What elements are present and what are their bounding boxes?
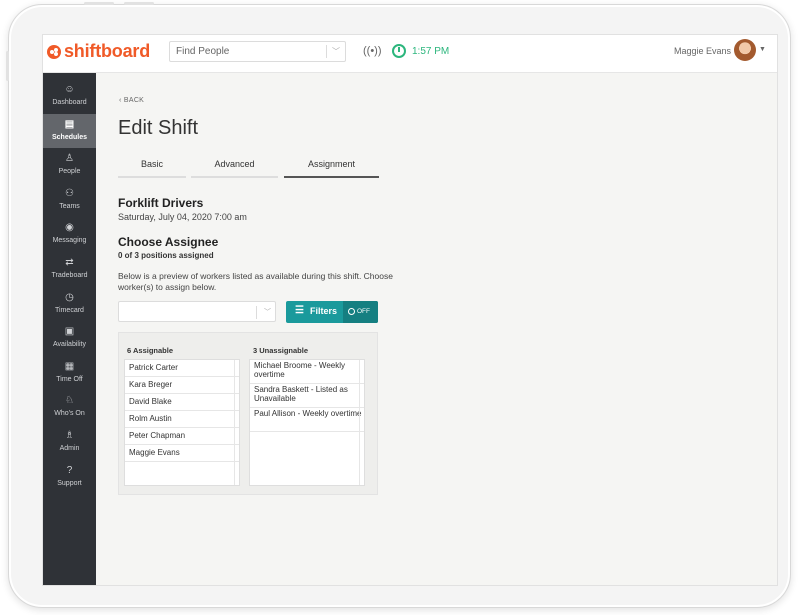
app-screen: shiftboard Find People ﹀ ((•)) 1:57 PM M… <box>42 34 778 586</box>
page-title: Edit Shift <box>118 117 199 139</box>
main-content: ‹ BACK Edit Shift Basic Advanced Assignm… <box>96 73 777 585</box>
calendar-icon: ▤ <box>64 118 75 130</box>
shift-date: Saturday, July 04, 2020 7:00 am <box>118 212 247 222</box>
logo-text: shiftboard <box>64 41 150 61</box>
toggle-off-icon <box>348 308 355 315</box>
tablet-button <box>6 51 9 81</box>
sidebar-item-who-s-on[interactable]: ♘ Who's On <box>43 390 96 424</box>
broadcast-icon: ◉ <box>65 222 74 234</box>
people-search-icon: ♘ <box>65 395 74 407</box>
sidebar-nav: ☺ Dashboard ▤ Schedules ♙ People ⚇ Teams ◉ Messag… <box>43 73 96 585</box>
dashboard-icon: ☺ <box>64 84 75 95</box>
team-icon: ⚇ <box>65 187 74 199</box>
choose-assignee-heading: Choose Assignee <box>118 235 219 249</box>
clock-icon <box>392 44 406 58</box>
sidebar-item-label: Support <box>57 479 82 487</box>
shift-name: Forklift Drivers <box>118 196 204 210</box>
worker-select[interactable]: ﹀ <box>118 301 276 322</box>
top-bar: shiftboard Find People ﹀ ((•)) 1:57 PM M… <box>43 35 777 73</box>
back-link[interactable]: ‹ BACK <box>119 97 144 104</box>
sidebar-item-messaging[interactable]: ◉ Messaging <box>43 217 96 251</box>
list-item[interactable]: David Blake <box>125 394 239 411</box>
list-item[interactable]: Maggie Evans <box>125 445 239 462</box>
current-time: 1:57 PM <box>412 45 450 57</box>
sidebar-item-label: Messaging <box>52 237 87 245</box>
sidebar-item-teams[interactable]: ⚇ Teams <box>43 183 96 217</box>
list-item[interactable]: Sandra Baskett - Listed as Unavailable <box>250 384 364 408</box>
avatar[interactable] <box>734 39 756 61</box>
find-people-search[interactable]: Find People ﹀ <box>169 41 346 62</box>
tab-advanced[interactable]: Advanced <box>191 159 278 178</box>
list-item[interactable]: Rolm Austin <box>125 411 239 428</box>
sidebar-item-tradeboard[interactable]: ⇄ Tradeboard <box>43 252 96 286</box>
person-icon: ♙ <box>65 153 74 165</box>
assignee-lists: 6 Assignable 3 Unassignable Patrick Cart… <box>118 332 378 495</box>
filters-label: Filters <box>310 306 338 316</box>
list-item[interactable]: Patrick Carter <box>125 360 239 377</box>
list-item[interactable]: Michael Broome - Weekly overtime <box>250 360 364 384</box>
filter-icon: ☰ <box>295 305 304 316</box>
scrollbar[interactable] <box>359 360 364 485</box>
chevron-down-icon[interactable]: ﹀ <box>327 46 345 57</box>
sidebar-item-label: Tradeboard <box>51 272 88 279</box>
caret-down-icon[interactable]: ▼ <box>759 46 766 53</box>
swap-icon: ⇄ <box>65 257 74 268</box>
search-placeholder: Find People <box>176 46 230 57</box>
list-item[interactable]: Kara Breger <box>125 377 239 394</box>
tab-label: Advanced <box>214 159 255 169</box>
sidebar-item-availability[interactable]: ▣ Availability <box>43 321 96 355</box>
sidebar-item-support[interactable]: ? Support <box>43 460 96 494</box>
sidebar-item-time-off[interactable]: ▦ Time Off <box>43 356 96 390</box>
tablet-button <box>124 2 154 5</box>
sidebar-item-schedules[interactable]: ▤ Schedules <box>43 113 96 148</box>
back-label: BACK <box>123 97 145 104</box>
sidebar-item-label: Teams <box>59 202 80 210</box>
toggle-label: OFF <box>357 308 370 315</box>
sidebar-item-label: Who's On <box>54 410 85 418</box>
unassignable-header: 3 Unassignable <box>253 346 309 355</box>
scrollbar[interactable] <box>234 360 239 485</box>
timeclock-status[interactable]: 1:57 PM <box>392 44 449 58</box>
sidebar-item-label: Dashboard <box>52 99 87 106</box>
calendar-check-icon: ▣ <box>64 326 75 338</box>
sidebar-item-admin[interactable]: ♗ Admin <box>43 425 96 459</box>
select-divider <box>256 306 257 319</box>
broadcast-icon[interactable]: ((•)) <box>363 45 382 57</box>
tablet-button <box>84 2 114 5</box>
sidebar-item-timecard[interactable]: ◷ Timecard <box>43 287 96 321</box>
sidebar-item-label: Schedules <box>51 133 87 141</box>
tab-label: Basic <box>140 159 163 169</box>
sidebar-item-label: Timecard <box>55 306 84 314</box>
user-name[interactable]: Maggie Evans <box>674 46 731 56</box>
sidebar-item-label: Availability <box>53 341 86 349</box>
tab-label: Assignment <box>307 159 356 169</box>
sidebar-item-label: People <box>58 168 81 176</box>
chevron-down-icon[interactable]: ﹀ <box>264 307 271 317</box>
unassignable-list[interactable]: Michael Broome - Weekly overtime Sandra B… <box>249 359 365 486</box>
tablet-frame: shiftboard Find People ﹀ ((•)) 1:57 PM M… <box>6 2 791 608</box>
sidebar-item-label: Admin <box>59 445 80 452</box>
shiftboard-logo[interactable]: shiftboard <box>47 41 150 62</box>
logo-mark-icon <box>47 44 61 59</box>
tab-assignment[interactable]: Assignment <box>284 159 379 178</box>
calendar-off-icon: ▦ <box>64 360 75 372</box>
help-icon: ? <box>66 464 73 476</box>
positions-count: 0 of 3 positions assigned <box>118 251 214 260</box>
admin-icon: ♗ <box>65 430 74 441</box>
tab-basic[interactable]: Basic <box>118 159 186 178</box>
sidebar-item-label: Time Off <box>56 375 83 383</box>
list-item[interactable]: Paul Allison - Weekly overtime <box>250 408 364 432</box>
filters-button[interactable]: ☰ Filters OFF <box>286 301 378 323</box>
preview-description: Below is a preview of workers listed as … <box>118 271 393 292</box>
sidebar-item-dashboard[interactable]: ☺ Dashboard <box>43 79 96 113</box>
sidebar-item-people[interactable]: ♙ People <box>43 148 96 182</box>
stopwatch-icon: ◷ <box>65 291 74 303</box>
assignable-header: 6 Assignable <box>127 346 173 355</box>
assignable-list[interactable]: Patrick Carter Kara Breger David Blake Rolm… <box>124 359 240 486</box>
list-item[interactable]: Peter Chapman <box>125 428 239 445</box>
filters-toggle[interactable]: OFF <box>343 301 378 323</box>
